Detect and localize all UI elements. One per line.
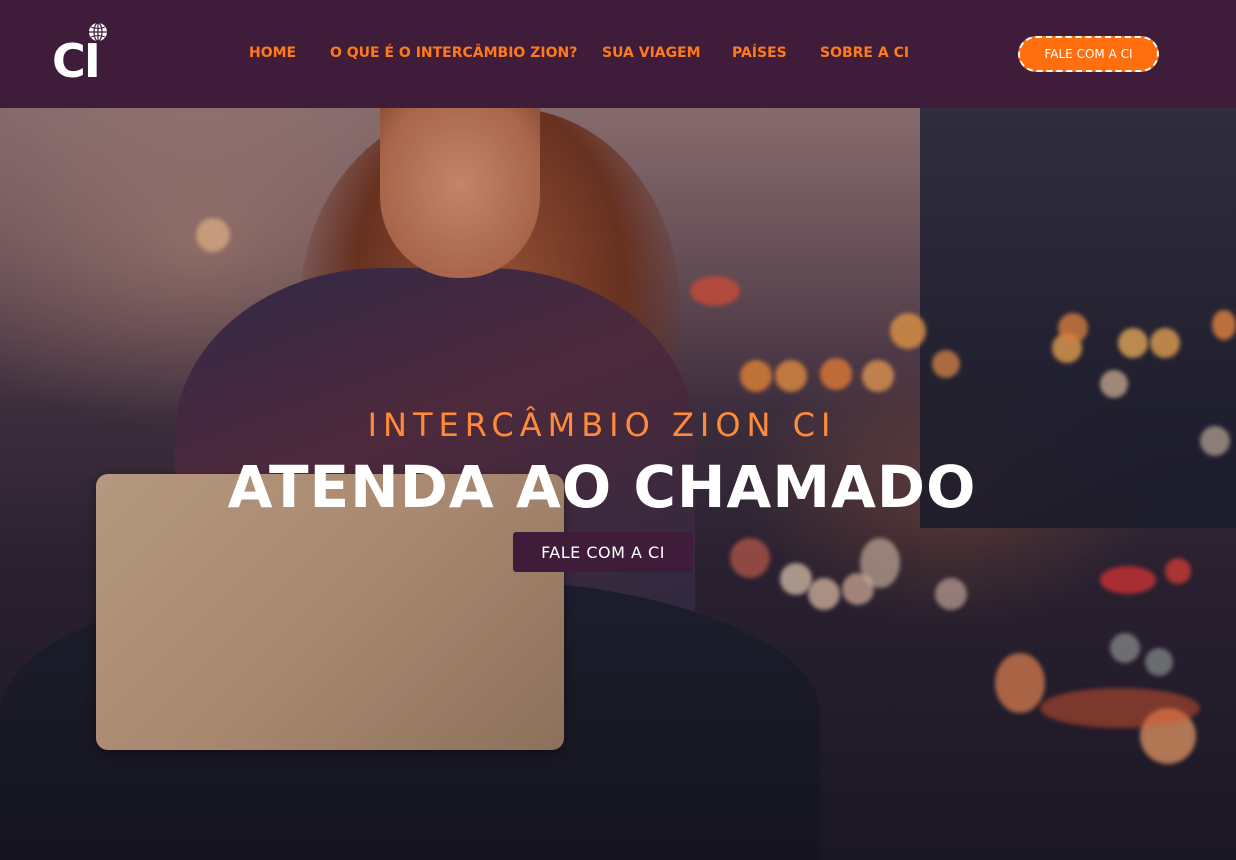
hero-section: INTERCÂMBIO ZION CI ATENDA AO CHAMADO FA… [0, 108, 1236, 860]
nav-sobre-a-ci[interactable]: SOBRE A CI [820, 44, 909, 62]
logo-text: CI [52, 34, 101, 88]
nav-paises[interactable]: PAÍSES [732, 44, 787, 62]
globe-icon [89, 22, 107, 42]
site-header: CI HOME O QUE É O INTERCÂMBIO ZION? SUA … [0, 0, 1236, 108]
hero-subtitle: INTERCÂMBIO ZION CI [367, 406, 837, 444]
header-contact-button[interactable]: FALE COM A CI [1018, 36, 1159, 72]
logo[interactable]: CI [52, 22, 110, 86]
hero-contact-button[interactable]: FALE COM A CI [513, 532, 693, 572]
hero-title: ATENDA AO CHAMADO [227, 453, 977, 521]
nav-what-is-intercambio-zion[interactable]: O QUE É O INTERCÂMBIO ZION? [330, 44, 577, 62]
nav-home[interactable]: HOME [249, 44, 296, 62]
nav-sua-viagem[interactable]: SUA VIAGEM [602, 44, 701, 62]
